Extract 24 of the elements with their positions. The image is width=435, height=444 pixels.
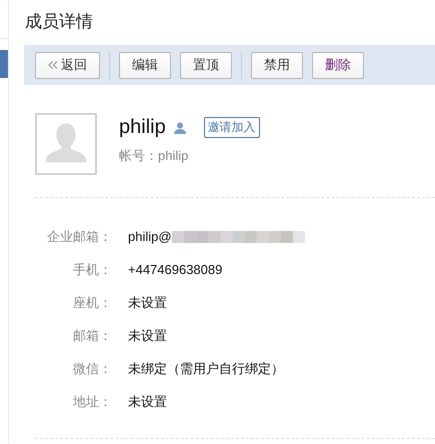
field-value: 未设置 bbox=[128, 392, 167, 410]
avatar-icon bbox=[35, 113, 97, 175]
person-icon bbox=[174, 122, 186, 134]
toolbar-button[interactable]: 置顶 bbox=[180, 52, 232, 78]
toolbar-button[interactable]: 编辑 bbox=[119, 52, 171, 78]
field-value: philip@ bbox=[128, 228, 172, 246]
member-name: philip bbox=[119, 116, 166, 139]
field-label: 邮箱： bbox=[72, 327, 112, 345]
account-text: 帐号：philip bbox=[119, 147, 190, 165]
field-value: 未绑定（需用户自行绑定） bbox=[128, 360, 284, 378]
double-chevron-icon bbox=[48, 61, 58, 69]
delete-button[interactable]: 删除 bbox=[312, 52, 364, 78]
field-value: 未设置 bbox=[128, 326, 167, 344]
field-label: 微信： bbox=[72, 360, 112, 378]
field-label: 地址： bbox=[72, 393, 112, 411]
invite-button[interactable]: 邀请加入 bbox=[204, 117, 260, 138]
page-title: 成员详情 bbox=[25, 11, 94, 33]
back-button[interactable]: 返回 bbox=[35, 52, 100, 78]
field-label: 手机： bbox=[72, 261, 112, 279]
field-value: +447469638089 bbox=[128, 261, 222, 279]
field-value: 未设置 bbox=[128, 294, 167, 312]
field-label: 企业邮箱： bbox=[46, 228, 112, 246]
toolbar-button[interactable]: 禁用 bbox=[251, 52, 303, 78]
field-label: 座机： bbox=[72, 294, 112, 312]
